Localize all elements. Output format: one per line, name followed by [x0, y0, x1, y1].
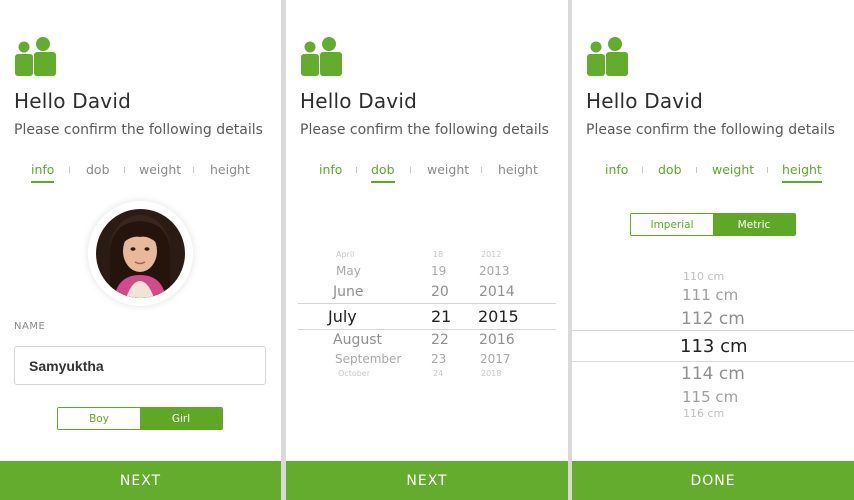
day-option[interactable]: 24 — [433, 369, 443, 378]
greeting-title: Hello David — [300, 89, 417, 113]
height-option[interactable]: 115 cm — [682, 388, 738, 406]
tab-weight[interactable]: weight — [139, 162, 181, 181]
tab-dob[interactable]: dob — [658, 162, 682, 181]
year-option[interactable]: 2012 — [481, 250, 501, 259]
tab-separator — [696, 167, 697, 173]
tab-separator — [124, 167, 125, 173]
day-option[interactable]: 22 — [431, 332, 449, 348]
height-option[interactable]: 110 cm — [683, 270, 724, 283]
day-option[interactable]: 19 — [431, 264, 446, 278]
next-button[interactable]: NEXT — [286, 461, 568, 500]
tab-separator — [642, 167, 643, 173]
screen-height: Hello David Please confirm the following… — [572, 0, 854, 500]
unit-toggle[interactable]: Imperial Metric — [630, 213, 796, 236]
year-option[interactable]: 2018 — [481, 369, 501, 378]
picker-selection-line — [298, 303, 556, 304]
tab-separator — [69, 167, 70, 173]
year-option[interactable]: 2013 — [479, 264, 510, 278]
name-input[interactable] — [14, 346, 266, 385]
month-option-selected[interactable]: July — [328, 307, 357, 326]
greeting-title: Hello David — [586, 89, 703, 113]
year-option[interactable]: 2017 — [480, 352, 511, 366]
people-icon — [587, 37, 628, 76]
screen-dob: Hello David Please confirm the following… — [286, 0, 568, 500]
tab-separator — [481, 167, 482, 173]
month-option[interactable]: October — [338, 369, 370, 378]
picker-selection-line — [572, 330, 854, 331]
tab-separator — [356, 167, 357, 173]
next-button[interactable]: NEXT — [0, 461, 281, 500]
tab-weight[interactable]: weight — [712, 162, 754, 181]
year-option[interactable]: 2014 — [479, 284, 515, 300]
subtitle: Please confirm the following details — [300, 122, 549, 138]
height-option-selected[interactable]: 113 cm — [680, 336, 748, 357]
height-option[interactable]: 116 cm — [683, 407, 724, 420]
unit-option-metric[interactable]: Metric — [713, 214, 795, 235]
tab-dob[interactable]: dob — [86, 162, 110, 181]
tab-separator — [410, 167, 411, 173]
gender-toggle[interactable]: Boy Girl — [57, 407, 223, 430]
screen-info: Hello David Please confirm the following… — [0, 0, 281, 500]
tab-weight[interactable]: weight — [427, 162, 469, 181]
name-label: NAME — [14, 321, 46, 332]
day-option[interactable]: 23 — [431, 352, 446, 366]
month-option[interactable]: April — [336, 250, 354, 259]
day-option-selected[interactable]: 21 — [431, 307, 451, 326]
height-option[interactable]: 114 cm — [681, 364, 745, 384]
year-option[interactable]: 2016 — [479, 332, 515, 348]
tab-dob[interactable]: dob — [371, 162, 395, 183]
height-option[interactable]: 111 cm — [682, 286, 738, 304]
month-option[interactable]: May — [336, 264, 361, 278]
gender-option-boy[interactable]: Boy — [58, 408, 140, 429]
tab-separator — [767, 167, 768, 173]
avatar-frame[interactable] — [88, 201, 193, 306]
picker-selection-line — [298, 329, 556, 330]
tab-info[interactable]: info — [31, 162, 55, 183]
tab-info[interactable]: info — [319, 162, 342, 181]
tab-info[interactable]: info — [605, 162, 628, 181]
year-option-selected[interactable]: 2015 — [478, 307, 519, 326]
month-option[interactable]: June — [333, 284, 364, 300]
month-option[interactable]: September — [335, 352, 401, 366]
tab-height[interactable]: height — [498, 162, 538, 181]
people-icon — [301, 37, 342, 76]
subtitle: Please confirm the following details — [586, 122, 835, 138]
picker-selection-line — [572, 361, 854, 362]
tab-separator — [193, 167, 194, 173]
avatar — [96, 209, 185, 298]
subtitle: Please confirm the following details — [14, 122, 263, 138]
greeting-title: Hello David — [14, 89, 131, 113]
month-option[interactable]: August — [333, 332, 382, 348]
day-option[interactable]: 20 — [431, 284, 449, 300]
tab-height[interactable]: height — [210, 162, 250, 181]
tab-height[interactable]: height — [782, 162, 822, 183]
people-icon — [15, 37, 56, 76]
day-option[interactable]: 18 — [433, 250, 443, 259]
height-option[interactable]: 112 cm — [681, 309, 745, 329]
unit-option-imperial[interactable]: Imperial — [631, 214, 713, 235]
done-button[interactable]: DONE — [572, 461, 854, 500]
gender-option-girl[interactable]: Girl — [140, 408, 222, 429]
